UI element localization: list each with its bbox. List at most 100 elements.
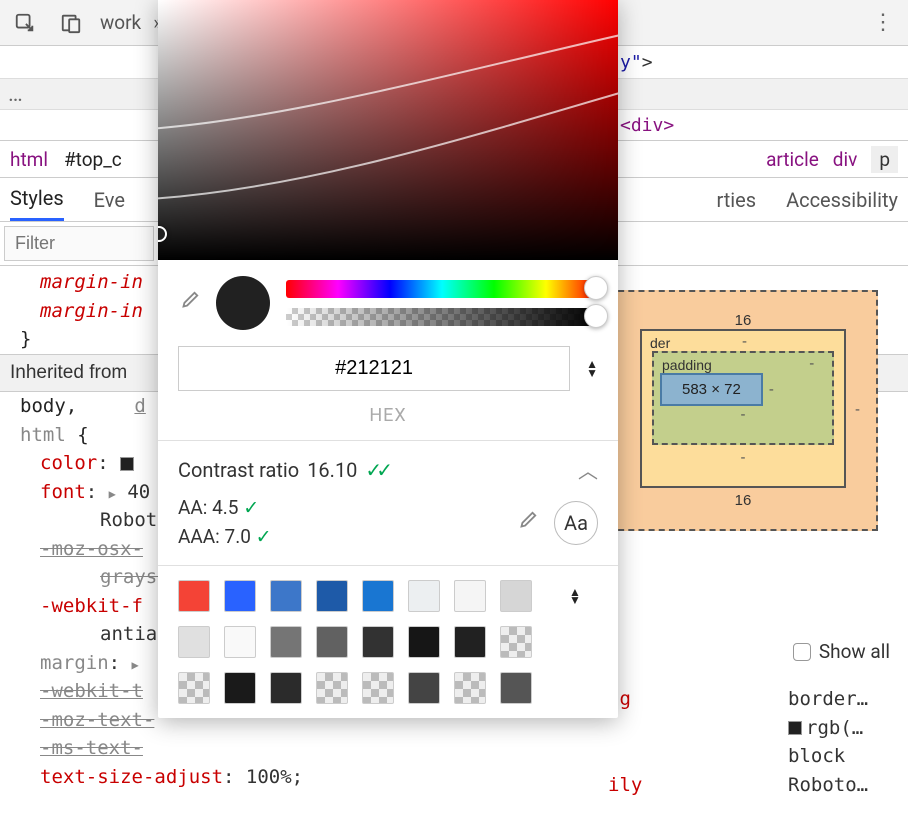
palette-swatch[interactable]	[270, 672, 302, 704]
palette-swatch[interactable]	[224, 672, 256, 704]
css-prop-webkit-text[interactable]: -webkit-t	[40, 680, 143, 702]
css-prop-color[interactable]: color	[40, 452, 97, 474]
color-swatch-icon[interactable]	[788, 721, 802, 735]
padding-label: padding	[662, 357, 712, 373]
computed-row[interactable]: ilyRoboto…	[608, 771, 908, 800]
box-model-content[interactable]: 583 × 72	[660, 373, 763, 406]
css-prop-font[interactable]: font	[40, 481, 86, 503]
tab-accessibility[interactable]: Accessibility	[786, 180, 898, 220]
breadcrumb-div[interactable]: div	[833, 148, 858, 171]
text-sample-circle[interactable]: Aa	[554, 501, 598, 545]
breadcrumb-article[interactable]: article	[766, 148, 819, 171]
css-prop-margin-1[interactable]: margin-in	[40, 271, 143, 293]
color-format-label[interactable]: HEX	[158, 405, 618, 440]
css-prop-ms-text[interactable]: -ms-text-	[40, 737, 143, 759]
spectrum-marker[interactable]	[158, 226, 167, 242]
breadcrumb-html[interactable]: html	[10, 148, 48, 171]
palette-swatch[interactable]	[178, 580, 210, 612]
palette-swatch[interactable]	[500, 672, 532, 704]
box-model-border[interactable]: der - padding - 583 × 72 - - - -	[640, 329, 846, 488]
padding-top-dash[interactable]: -	[809, 355, 814, 372]
contrast-ratio-value: 16.10	[307, 458, 357, 482]
palette-swatch[interactable]	[178, 672, 210, 704]
palette-swatch[interactable]	[178, 626, 210, 658]
palette-swatch[interactable]	[362, 672, 394, 704]
palette-swatch[interactable]	[316, 580, 348, 612]
attr-value-fragment: y"	[620, 52, 642, 73]
aaa-value: 7.0	[225, 525, 251, 548]
css-prop-margin[interactable]: margin	[40, 652, 109, 674]
color-swatch-icon[interactable]	[120, 457, 134, 471]
padding-right-dash[interactable]: -	[769, 381, 774, 398]
css-val-font[interactable]: 40	[127, 481, 150, 503]
computed-row[interactable]: block	[608, 742, 908, 771]
css-val-font-family[interactable]: Robot	[100, 509, 157, 531]
palette-swatch[interactable]	[500, 580, 532, 612]
breadcrumb-topid[interactable]: #top_c	[64, 148, 122, 171]
palette-swatch[interactable]	[500, 626, 532, 658]
contrast-header[interactable]: Contrast ratio 16.10 ✓ ︿	[178, 455, 598, 484]
palette-swatch[interactable]	[316, 626, 348, 658]
palette-swatch[interactable]	[270, 580, 302, 612]
show-all-label[interactable]: Show all	[819, 640, 890, 663]
box-model-padding[interactable]: padding - 583 × 72 - -	[652, 351, 834, 445]
show-all-checkbox[interactable]	[793, 643, 811, 661]
css-prop-margin-2[interactable]: margin-in	[40, 300, 143, 322]
palette-swatch[interactable]	[454, 672, 486, 704]
palette-swatch[interactable]	[454, 580, 486, 612]
breadcrumb-p-selected[interactable]: p	[871, 146, 898, 173]
css-prop-webkit-font[interactable]: -webkit-f	[40, 595, 143, 617]
computed-row[interactable]: ngborder…	[608, 685, 908, 714]
hue-thumb[interactable]	[584, 276, 608, 300]
computed-value: Roboto…	[788, 771, 908, 800]
inspect-element-icon[interactable]	[8, 8, 42, 38]
expand-triangle-icon[interactable]: ▶	[109, 487, 116, 501]
tab-properties[interactable]: rties	[716, 180, 756, 220]
css-prop-moz-osx[interactable]: -moz-osx-	[40, 538, 143, 560]
computed-row[interactable]: rgb(…	[608, 714, 908, 743]
filter-input[interactable]	[4, 226, 154, 261]
padding-bottom-dash[interactable]: -	[660, 406, 826, 423]
margin-right-dash[interactable]: -	[855, 401, 860, 418]
kebab-menu-icon[interactable]: ⋮	[866, 8, 900, 38]
css-prop-text-size-adjust[interactable]: text-size-adjust	[40, 766, 223, 788]
chevron-up-icon[interactable]: ︿	[578, 455, 598, 484]
device-toggle-icon[interactable]	[54, 8, 88, 38]
palette-swatch[interactable]	[224, 580, 256, 612]
palette-swatch[interactable]	[454, 626, 486, 658]
palette-swatch[interactable]	[316, 672, 348, 704]
palette-swatch[interactable]	[270, 626, 302, 658]
border-top-dash[interactable]: -	[742, 333, 747, 350]
palette-swatch[interactable]	[408, 672, 440, 704]
current-color-swatch[interactable]	[216, 276, 270, 330]
tab-events[interactable]: Eve	[94, 180, 125, 220]
check-icon: ✓	[256, 525, 272, 548]
bg-eyedropper-icon[interactable]	[516, 510, 538, 536]
palette-swatch[interactable]	[408, 580, 440, 612]
color-spectrum[interactable]	[158, 0, 618, 260]
hex-input[interactable]	[178, 346, 570, 391]
palette-swatch[interactable]	[362, 580, 394, 612]
color-picker-popup: ▲▼ HEX Contrast ratio 16.10 ✓ ︿ AA: 4.5 …	[158, 0, 618, 718]
border-bottom-dash[interactable]: -	[652, 449, 834, 466]
selector-html[interactable]: html	[20, 424, 66, 446]
palette-swatch[interactable]	[362, 626, 394, 658]
eyedropper-icon[interactable]	[178, 290, 200, 316]
hue-slider[interactable]	[286, 280, 598, 298]
css-val-text-size[interactable]: 100%;	[246, 766, 303, 788]
palette-swatch[interactable]	[408, 626, 440, 658]
computed-value: block	[788, 742, 908, 771]
network-tab-fragment[interactable]: work	[100, 11, 141, 34]
alpha-slider[interactable]	[286, 308, 598, 326]
aaa-label: AAA:	[178, 525, 220, 548]
tab-styles[interactable]: Styles	[10, 178, 64, 221]
format-stepper[interactable]: ▲▼	[586, 360, 598, 377]
margin-bottom-value[interactable]: 16	[640, 492, 846, 509]
palette-stepper[interactable]: ▲▼	[552, 588, 598, 605]
margin-top-value[interactable]: 16	[640, 312, 846, 329]
box-model-margin[interactable]: 16 der - padding - 583 × 72 - - - - 16	[608, 290, 878, 531]
expand-triangle-icon-2[interactable]: ▶	[132, 658, 139, 672]
css-prop-moz-text[interactable]: -moz-text-	[40, 709, 154, 731]
alpha-thumb[interactable]	[584, 304, 608, 328]
palette-swatch[interactable]	[224, 626, 256, 658]
